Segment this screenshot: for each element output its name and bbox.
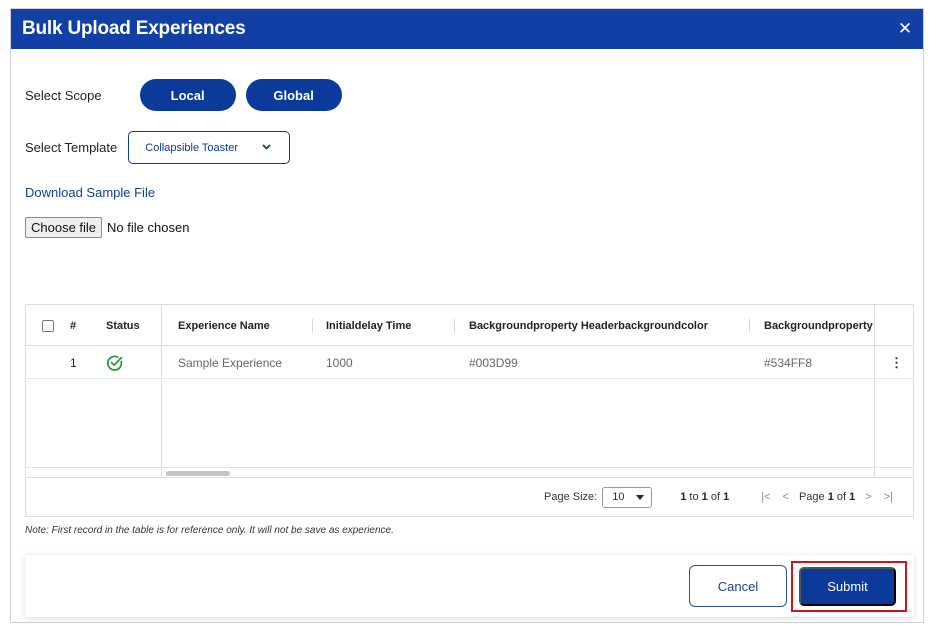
modal-header: Bulk Upload Experiences ✕: [11, 9, 923, 49]
experiences-table: # Status Experience Name Initialdelay Ti…: [25, 304, 914, 517]
pagination-bar: Page Size: 10 1 to 1 of 1 |< < Page 1 of…: [26, 477, 913, 516]
horizontal-scrollbar[interactable]: [26, 467, 913, 477]
template-label: Select Template: [25, 140, 118, 155]
row-number: 1: [70, 355, 77, 370]
page-total: 1: [849, 491, 856, 503]
cell-header-bg-color[interactable]: #003D99: [469, 346, 518, 379]
scope-row: Select Scope Local Global: [25, 79, 342, 111]
page-size-select[interactable]: 10: [602, 486, 653, 508]
range-from: 1: [680, 491, 687, 503]
page-size-label: Page Size:: [544, 491, 598, 503]
page-of-word: of: [836, 491, 847, 503]
bulk-upload-modal: Bulk Upload Experiences ✕ Select Scope L…: [10, 8, 924, 623]
download-sample-link[interactable]: Download Sample File: [25, 185, 155, 200]
template-row: Select Template Collapsible Toaster: [25, 131, 291, 164]
table-header: # Status Experience Name Initialdelay Ti…: [26, 305, 913, 346]
file-status-text: No file chosen: [107, 220, 190, 235]
scope-global-button[interactable]: Global: [245, 79, 342, 111]
first-page-icon[interactable]: |<: [755, 491, 776, 503]
scope-label: Select Scope: [25, 87, 102, 103]
column-separator[interactable]: [454, 319, 455, 333]
check-circle-icon: [106, 346, 124, 379]
page-indicator: Page 1 of 1: [799, 491, 855, 503]
template-select[interactable]: Collapsible Toaster: [128, 131, 291, 164]
column-header-number[interactable]: #: [70, 305, 76, 346]
table-row[interactable]: 1 Sample Experience 1000 #003D99 #534FF8…: [26, 346, 913, 379]
submit-button[interactable]: Submit: [799, 567, 896, 606]
select-all-cell: [42, 305, 54, 346]
file-input: Choose file No file chosen: [25, 217, 189, 238]
row-range: 1 to 1 of 1: [680, 491, 729, 503]
column-separator[interactable]: [749, 319, 750, 333]
cell-experience-name[interactable]: Sample Experience: [178, 346, 282, 379]
scope-local-button[interactable]: Local: [139, 79, 236, 111]
column-header-bg-property[interactable]: Backgroundproperty: [764, 305, 873, 346]
column-header-initial-delay[interactable]: Initialdelay Time: [326, 305, 411, 346]
range-to: 1: [701, 491, 708, 503]
range-to-word: to: [689, 491, 699, 503]
page-current: 1: [827, 491, 834, 503]
page-size-value: 10: [612, 491, 625, 503]
cell-bg-property[interactable]: #534FF8: [764, 346, 812, 379]
reference-note: Note: First record in the table is for r…: [25, 525, 394, 536]
close-icon[interactable]: ✕: [897, 19, 913, 39]
column-separator[interactable]: [312, 319, 313, 333]
column-header-experience-name[interactable]: Experience Name: [178, 305, 270, 346]
prev-page-icon[interactable]: <: [777, 491, 795, 503]
cancel-button[interactable]: Cancel: [689, 565, 787, 607]
column-header-status[interactable]: Status: [106, 305, 140, 346]
modal-title: Bulk Upload Experiences: [22, 18, 246, 39]
range-of-word: of: [710, 491, 721, 503]
last-page-icon[interactable]: >|: [878, 491, 899, 503]
select-all-checkbox[interactable]: [42, 319, 54, 332]
chevron-down-icon: [262, 142, 271, 153]
cell-initial-delay[interactable]: 1000: [326, 346, 353, 379]
next-page-icon[interactable]: >: [859, 491, 877, 503]
page-word: Page: [798, 491, 825, 503]
template-select-value: Collapsible Toaster: [145, 141, 239, 154]
pinned-right-divider: [874, 305, 875, 476]
caret-down-icon: [636, 491, 645, 503]
pinned-left-divider: [161, 305, 162, 476]
range-total: 1: [723, 491, 730, 503]
column-header-header-bg-color[interactable]: Backgroundproperty Headerbackgroundcolor: [469, 305, 708, 346]
modal-footer: Cancel Submit: [25, 555, 914, 617]
more-vertical-icon[interactable]: ⋮: [890, 346, 903, 379]
choose-file-button[interactable]: Choose file: [25, 217, 103, 238]
scrollbar-thumb[interactable]: [166, 471, 230, 476]
